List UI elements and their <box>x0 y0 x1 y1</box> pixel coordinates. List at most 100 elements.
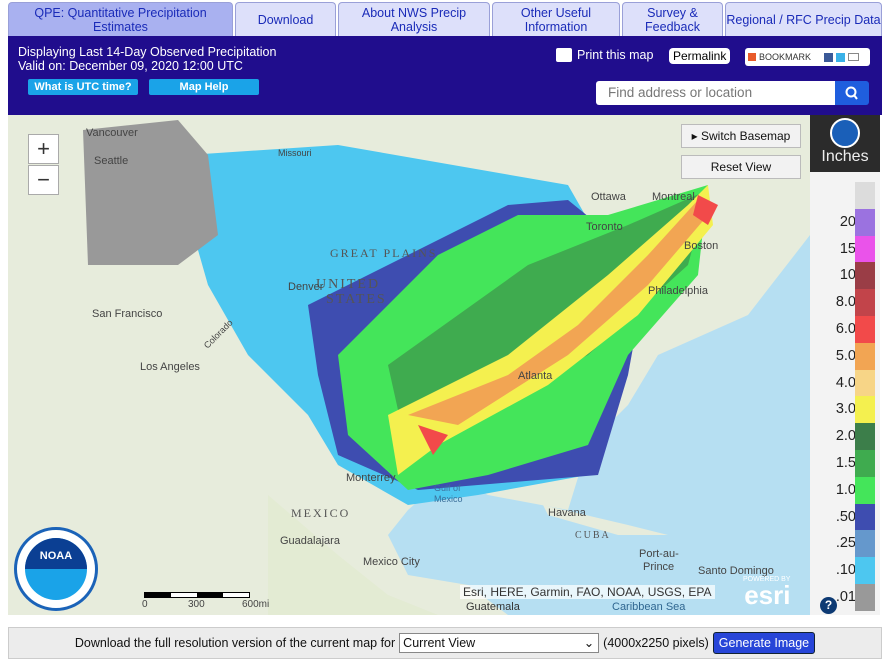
noaa-logo: NOAA <box>14 527 98 611</box>
map-label: Montreal <box>652 191 695 203</box>
legend-item: 20 <box>810 208 880 236</box>
permalink-button[interactable]: Permalink <box>669 48 731 64</box>
legend-item: 5.0 <box>810 342 880 370</box>
legend-label: 4.0 <box>835 374 856 391</box>
map-label: CUBA <box>575 530 611 541</box>
legend-help-icon[interactable]: ? <box>820 597 837 614</box>
legend-swatch <box>855 342 875 370</box>
facebook-icon <box>824 52 834 62</box>
zoom-out-button[interactable]: − <box>28 165 59 195</box>
tab-other-info[interactable]: Other Useful Information <box>492 2 620 36</box>
tab-qpe[interactable]: QPE: Quantitative Precipitation Estimate… <box>8 2 233 36</box>
map-label: GREAT PLAINS <box>330 246 438 260</box>
tab-regional[interactable]: Regional / RFC Precip Data <box>725 2 882 36</box>
map-label: Philadelphia <box>648 285 708 297</box>
legend-label: 1.0 <box>835 481 856 498</box>
search-button[interactable] <box>835 81 869 105</box>
legend-label: 15 <box>839 240 856 257</box>
legend-swatch <box>855 450 875 477</box>
display-title: Displaying Last 14-Day Observed Precipit… <box>18 45 277 59</box>
valid-time: Valid on: December 09, 2020 12:00 UTC <box>18 59 243 73</box>
display-info: Displaying Last 14-Day Observed Precipit… <box>18 45 276 73</box>
map-label: Denver <box>288 281 324 293</box>
map-label: Prince <box>643 561 675 573</box>
legend-item: .10 <box>810 557 880 585</box>
legend-item: 1.0 <box>810 476 880 504</box>
legend-item <box>810 182 880 209</box>
download-bar: Download the full resolution version of … <box>8 627 882 659</box>
precip-legend: Inches 20 15 10 8.0 6.0 5.0 4.0 3.0 2.0 1.5 1.0 .50… <box>810 115 880 615</box>
legend-label: 8.0 <box>835 294 856 311</box>
switch-basemap-label: Switch Basemap <box>700 129 791 143</box>
map-label: Port-au- <box>639 548 679 560</box>
legend-label: 10 <box>839 267 856 284</box>
legend-swatch <box>855 503 875 531</box>
scale-label: 300 <box>188 599 205 610</box>
legend-label: 1.5 <box>835 455 856 471</box>
map-label: Toronto <box>586 221 623 233</box>
tab-survey[interactable]: Survey & Feedback <box>622 2 723 36</box>
precipitation-map[interactable]: + − ▸ Switch Basemap Reset View Vancouve… <box>8 115 810 615</box>
legend-swatch <box>855 584 875 611</box>
map-label: Los Angeles <box>140 361 200 373</box>
map-label: San Francisco <box>92 308 163 320</box>
legend-item: 4.0 <box>810 369 880 397</box>
legend-swatch <box>855 369 875 397</box>
legend-swatch <box>855 289 875 317</box>
print-button[interactable]: Print this map <box>556 48 653 62</box>
printer-icon <box>556 48 572 62</box>
map-label: Guadalajara <box>280 535 340 547</box>
zoom-in-button[interactable]: + <box>28 134 59 164</box>
legend-swatch <box>855 208 875 236</box>
esri-logo: POWERED BY esri <box>743 576 791 610</box>
nav-tabs: QPE: Quantitative Precipitation Estimate… <box>8 2 882 36</box>
map-label: Seattle <box>94 155 129 167</box>
legend-label: .25 <box>835 535 856 552</box>
scale-label: 0 <box>142 599 148 610</box>
pixel-size: (4000x2250 pixels) <box>603 636 709 650</box>
legend-header: Inches <box>810 115 880 172</box>
map-label: STATES <box>326 292 387 307</box>
map-label: MEXICO <box>291 506 351 520</box>
generate-image-button[interactable]: Generate Image <box>712 632 816 654</box>
legend-swatch <box>855 530 875 558</box>
tab-download[interactable]: Download <box>235 2 336 36</box>
map-help-button[interactable]: Map Help <box>149 79 259 95</box>
legend-label: .01 <box>835 589 856 605</box>
legend-swatch <box>855 235 875 263</box>
noaa-icon <box>830 118 860 148</box>
view-select[interactable]: Current View ⌄ <box>399 633 600 653</box>
map-label: Atlanta <box>518 370 553 382</box>
legend-item: .25 <box>810 530 880 558</box>
bookmark-button[interactable]: BOOKMARK <box>745 48 870 66</box>
legend-label: .50 <box>835 508 856 525</box>
map-attribution: Esri, HERE, Garmin, FAO, NOAA, USGS, EPA <box>460 585 715 599</box>
legend-item: 1.5 <box>810 450 880 477</box>
tab-about[interactable]: About NWS Precip Analysis <box>338 2 490 36</box>
bookmark-icon <box>748 53 756 61</box>
legend-item: 15 <box>810 235 880 263</box>
location-search-input[interactable]: Find address or location <box>596 81 836 105</box>
legend-swatch <box>855 557 875 585</box>
download-text: Download the full resolution version of … <box>74 636 396 650</box>
esri-text: esri <box>744 580 791 610</box>
map-label: Gulf of <box>434 483 461 493</box>
map-label: Missouri <box>278 148 312 158</box>
map-label: Guatemala <box>466 601 520 613</box>
email-icon <box>848 53 860 61</box>
legend-swatch <box>855 423 875 451</box>
map-label: Mexico City <box>363 556 420 568</box>
reset-view-button[interactable]: Reset View <box>681 155 801 179</box>
map-label: Havana <box>548 507 586 519</box>
map-label: Boston <box>684 240 719 252</box>
legend-swatch <box>855 316 875 343</box>
legend-label: 5.0 <box>835 347 856 364</box>
legend-label: 3.0 <box>835 401 856 418</box>
switch-basemap-button[interactable]: ▸ Switch Basemap <box>681 124 801 148</box>
utc-button[interactable]: What is UTC time? <box>28 79 138 95</box>
scale-bar <box>144 592 250 598</box>
legend-swatch <box>855 396 875 424</box>
legend-swatch <box>855 182 875 209</box>
legend-label: 2.0 <box>835 428 856 445</box>
legend-item: 8.0 <box>810 289 880 317</box>
